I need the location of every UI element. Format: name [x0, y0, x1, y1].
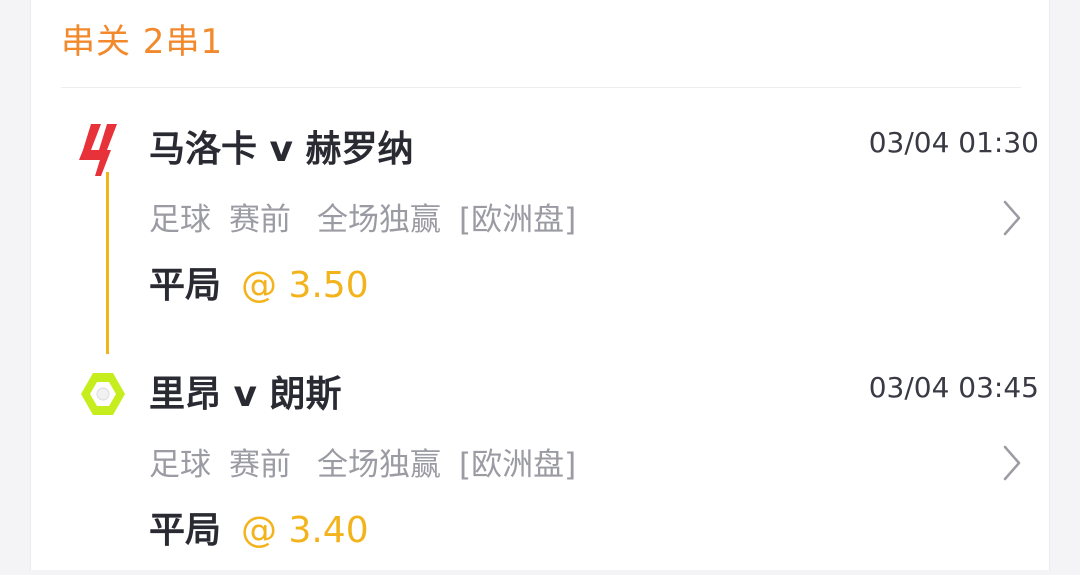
match-teams: 马洛卡 v 赫罗纳: [149, 129, 414, 170]
match-item[interactable]: 马洛卡 v 赫罗纳 03/04 01:30 足球 赛前 全场独赢 [欧洲盘] 平局 @ …: [61, 110, 1051, 330]
match-time: 03/04 03:45: [868, 371, 1039, 404]
match-teams: 里昂 v 朗斯: [149, 374, 342, 415]
sport-label: 足球: [149, 202, 211, 238]
chevron-right-icon[interactable]: [999, 443, 1025, 483]
match-item[interactable]: 里昂 v 朗斯 03/04 03:45 足球 赛前 全场独赢 [欧洲盘] 平局 @ 3.…: [61, 355, 1051, 575]
market-label: 全场独赢: [317, 202, 441, 238]
market-label: 全场独赢: [317, 447, 441, 483]
selection-label: 平局: [149, 510, 222, 551]
parlay-title: 串关 2串1: [61, 22, 224, 62]
stage-label: 赛前: [229, 202, 291, 238]
match-time: 03/04 01:30: [868, 126, 1039, 159]
odds-type-label: [欧洲盘]: [459, 202, 577, 238]
odds-type-label: [欧洲盘]: [459, 447, 577, 483]
bet-selection: 平局 @ 3.40: [149, 501, 369, 553]
match-meta: 足球 赛前 全场独赢 [欧洲盘]: [149, 439, 594, 484]
laliga-logo-icon: [77, 120, 129, 178]
stage-label: 赛前: [229, 447, 291, 483]
odds-value: @ 3.50: [241, 265, 369, 306]
divider: [61, 87, 1021, 88]
match-meta: 足球 赛前 全场独赢 [欧洲盘]: [149, 194, 594, 239]
sport-label: 足球: [149, 447, 211, 483]
bet-slip-card: 串关 2串1 马洛卡 v 赫罗纳 03/04 01:30 足球 赛前 全场独赢 [欧洲…: [30, 0, 1050, 570]
bet-selection: 平局 @ 3.50: [149, 256, 369, 308]
odds-value: @ 3.40: [241, 510, 369, 551]
chevron-right-icon[interactable]: [999, 198, 1025, 238]
ligue1-logo-icon: [77, 365, 129, 423]
selection-label: 平局: [149, 265, 222, 306]
